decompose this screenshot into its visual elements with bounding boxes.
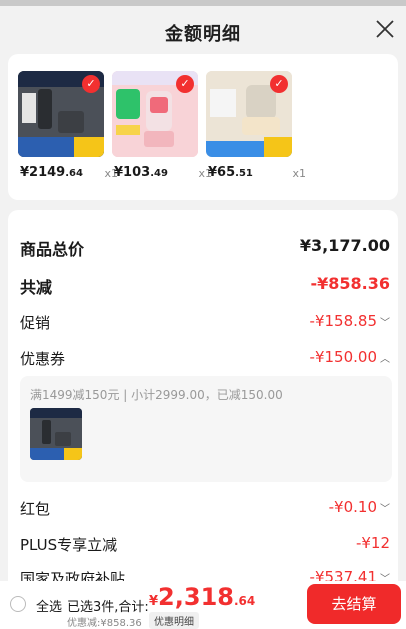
government-subsidy-label: 国家及政府补贴 [20,570,126,581]
plus-discount-value: -¥12 [355,534,390,552]
total-reduction-label: 共减 [20,278,53,297]
plus-discount-label: PLUS专享立减 [20,536,118,554]
red-packet-label: 红包 [20,500,51,518]
product-thumbnail[interactable]: ✓ [206,71,292,157]
chevron-down-icon[interactable]: ﹀ [380,318,390,329]
sheet-title: 金额明细 [165,24,241,45]
total-reduction-value: -¥858.36 [310,274,390,293]
promotion-value: -¥158.85 ﹀ [309,312,390,330]
coupon-row[interactable]: 优惠券 -¥150.00 ︿ [20,346,390,370]
product-price-row: ¥65.51 x1 [208,165,306,185]
product-price: ¥2149.64 [20,165,83,180]
select-all-radio[interactable] [10,596,26,612]
product-item[interactable]: ✓ ¥2149.64 x1 [18,71,118,180]
coupon-product-thumbnail[interactable] [30,408,82,460]
red-packet-row[interactable]: 红包 -¥0.10 ﹀ [20,496,390,520]
discount-summary: 优惠减:¥858.36 [67,618,142,629]
amount-breakdown-card: 商品总价 ¥3,177.00 共减 -¥858.36 促销 -¥158.85 ﹀ … [8,210,398,581]
selected-check-icon: ✓ [176,75,194,93]
red-packet-value: -¥0.10 ﹀ [328,498,390,516]
close-icon[interactable] [374,18,396,40]
discount-detail-link[interactable]: 优惠明细 [149,612,199,629]
product-thumbnail[interactable]: ✓ [18,71,104,157]
product-item[interactable]: ✓ ¥65.51 x1 [206,71,306,180]
chevron-down-icon[interactable]: ﹀ [380,504,390,515]
product-price: ¥65.51 [208,165,253,180]
goods-total-row: 商品总价 ¥3,177.00 [20,234,390,259]
coupon-value: -¥150.00 ︿ [309,348,390,366]
total-amount: ¥2,318.64 [149,583,256,611]
select-all-label[interactable]: 全选 [36,596,62,615]
coupon-detail-text: 满1499减150元 | 小计2999.00，已减150.00 [30,388,283,402]
coupon-label: 优惠券 [20,350,66,368]
selected-check-icon: ✓ [270,75,288,93]
goods-total-value: ¥3,177.00 [299,236,390,255]
goods-total-label: 商品总价 [20,240,85,259]
product-thumbnail[interactable]: ✓ [112,71,198,157]
checkout-button[interactable]: 去结算 [307,584,401,624]
government-subsidy-row[interactable]: 国家及政府补贴 -¥537.41 ﹀ [20,566,390,581]
chevron-down-icon[interactable]: ﹀ [380,574,390,581]
promotion-label: 促销 [20,314,51,332]
amount-detail-sheet: 金额明细 ✓ ¥2149.64 x1 ✓ ¥103.49 x1 ✓ ¥65.51… [0,6,406,581]
product-quantity: x1 [292,167,306,180]
product-item[interactable]: ✓ ¥103.49 x1 [112,71,212,180]
promotion-row[interactable]: 促销 -¥158.85 ﹀ [20,310,390,334]
total-reduction-row: 共减 -¥858.36 [20,272,390,297]
products-card: ✓ ¥2149.64 x1 ✓ ¥103.49 x1 ✓ ¥65.51 x1 [8,54,398,200]
coupon-detail-box: 满1499减150元 | 小计2999.00，已减150.00 [20,376,392,482]
plus-discount-row: PLUS专享立减 -¥12 [20,532,390,556]
product-price-row: ¥2149.64 x1 [20,165,118,185]
government-subsidy-value: -¥537.41 ﹀ [310,568,390,581]
product-price: ¥103.49 [114,165,168,180]
selected-check-icon: ✓ [82,75,100,93]
product-price-row: ¥103.49 x1 [114,165,212,185]
product-image [30,408,82,460]
chevron-up-icon[interactable]: ︿ [380,354,390,365]
checkout-bar: 全选 已选3件,合计: ¥2,318.64 优惠减:¥858.36 优惠明细 去… [0,581,406,629]
selected-count-text: 已选3件,合计: [67,600,149,615]
